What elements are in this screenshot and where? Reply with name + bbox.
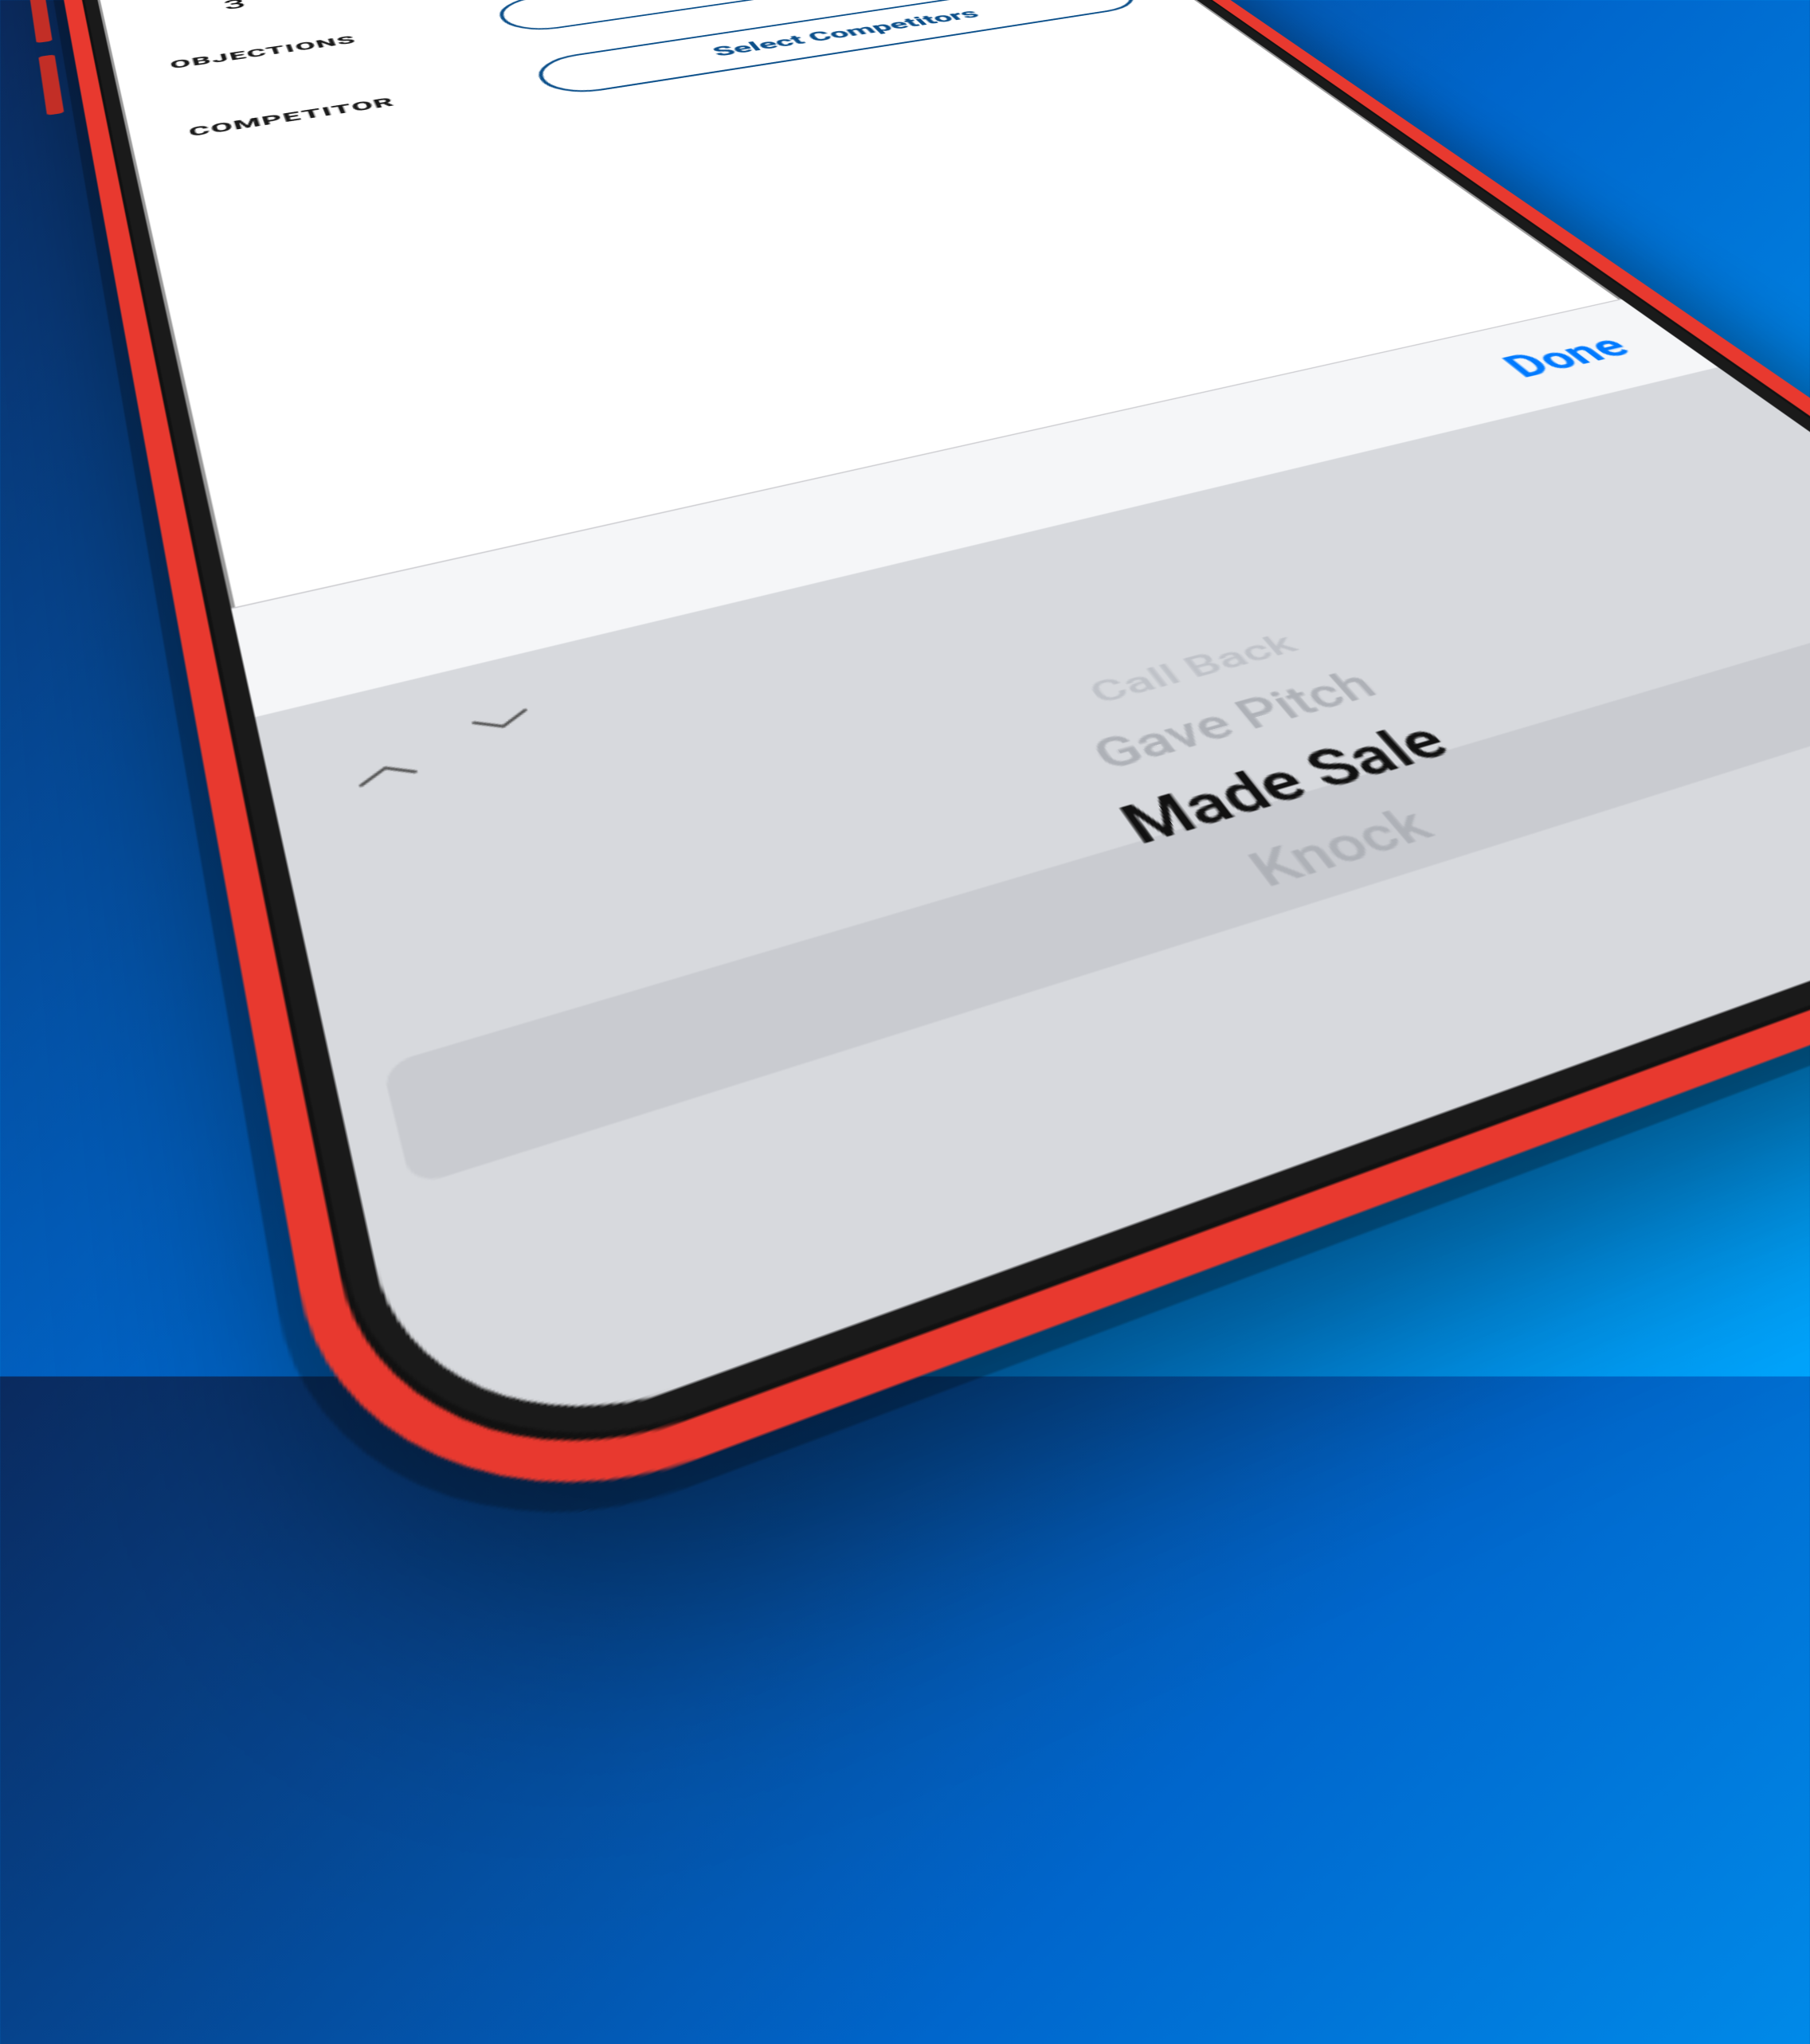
picker-done-button[interactable]: Done: [1491, 328, 1642, 385]
objections-label: OBJECTIONS: [169, 14, 505, 72]
competitor-label: COMPETITOR: [187, 73, 544, 139]
